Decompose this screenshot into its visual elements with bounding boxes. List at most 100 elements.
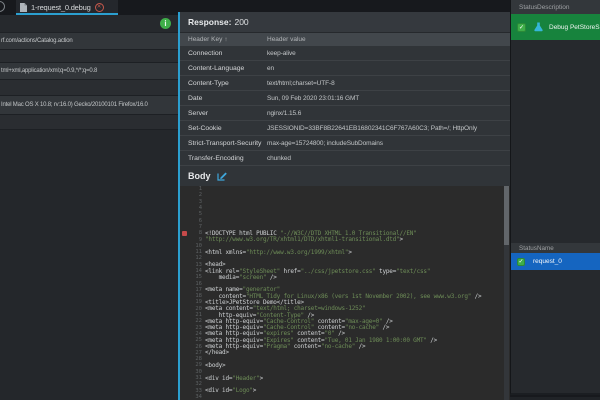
- header-key: Server: [180, 110, 264, 117]
- header-key-column[interactable]: Header Key↑: [180, 36, 264, 43]
- response-title: Response:: [188, 17, 231, 27]
- line-number: 27: [188, 350, 205, 356]
- code-text: </head>: [205, 349, 229, 356]
- line-number: 17: [188, 287, 205, 293]
- header-key: Set-Cookie: [180, 125, 264, 132]
- line-number: 20: [188, 306, 205, 312]
- line-number: 22: [188, 318, 205, 324]
- request-detail-panel: 1-request_0.debug ✕ i rf.com/actions/Cat…: [0, 0, 178, 400]
- flask-icon: [534, 22, 543, 32]
- header-row[interactable]: Connectionkeep-alive: [180, 46, 510, 61]
- line-number: 7: [188, 224, 205, 230]
- line-number: 32: [188, 381, 205, 387]
- line-number: 21: [188, 312, 205, 318]
- line-number: 13: [188, 262, 205, 268]
- header-value-column[interactable]: Header value: [264, 36, 306, 43]
- line-number: 9: [188, 237, 205, 243]
- line-number: 14: [188, 268, 205, 274]
- request-detail-rows: rf.com/actions/Catalog.action tml+xml,app…: [0, 33, 178, 130]
- header-row[interactable]: Transfer-Encodingchunked: [180, 151, 510, 166]
- code-text: <div id="Header">: [205, 375, 263, 382]
- line-number: 29: [188, 362, 205, 368]
- line-number: 3: [188, 199, 205, 205]
- header-row[interactable]: Content-Languageen: [180, 61, 510, 76]
- editor-scrollbar: [504, 186, 509, 400]
- request-toolbar: i: [0, 15, 178, 33]
- line-number: 28: [188, 356, 205, 362]
- header-row[interactable]: Content-Typetext/html;charset=UTF-8: [180, 76, 510, 91]
- edit-icon[interactable]: [217, 171, 227, 181]
- app-window: 1-request_0.debug ✕ i rf.com/actions/Cat…: [0, 0, 600, 400]
- name-column[interactable]: Name: [537, 245, 554, 252]
- code-text: <meta http-equiv="Pragma" content="no-ca…: [205, 343, 365, 350]
- request-detail-row[interactable]: [0, 115, 178, 130]
- check-icon[interactable]: ✓: [517, 23, 526, 32]
- scrollbar-thumb[interactable]: [504, 186, 509, 245]
- tab-label: 1-request_0.debug: [31, 3, 91, 12]
- requests-panel-header: Status Name: [511, 243, 600, 253]
- description-column[interactable]: Description: [537, 4, 570, 11]
- request-detail-text: tml+xml,application/xml;q=0.9,*/*;q=0.8: [0, 68, 97, 74]
- line-number: 26: [188, 344, 205, 350]
- check-icon: ✓: [517, 258, 525, 266]
- body-section-header: Body: [180, 166, 510, 186]
- code-text: "http://www.w3.org/TR/xhtml1/DTD/xhtml1-…: [205, 236, 403, 243]
- line-number: 12: [188, 255, 205, 261]
- header-value: chunked: [264, 155, 291, 162]
- scenario-panel: Status Description ✓ Debug PetStoreSimu: [510, 0, 600, 243]
- header-key: Transfer-Encoding: [180, 155, 264, 162]
- response-body-editor[interactable]: 12345678<!DOCTYPE html PUBLIC "-//W3C//D…: [180, 186, 510, 400]
- header-value: nginx/1.15.6: [264, 110, 301, 117]
- line-number: 11: [188, 249, 205, 255]
- status-column[interactable]: Status: [511, 245, 537, 252]
- line-number: 31: [188, 375, 205, 381]
- line-number: 18: [188, 293, 205, 299]
- header-row[interactable]: Set-CookieJSESSIONID=33BF8B22641EB168023…: [180, 121, 510, 136]
- line-number: 2: [188, 192, 205, 198]
- body-label: Body: [188, 171, 211, 181]
- request-detail-text: rf.com/actions/Catalog.action: [0, 38, 73, 44]
- request-detail-row[interactable]: tml+xml,application/xml;q=0.9,*/*;q=0.8: [0, 63, 178, 80]
- line-number: 16: [188, 281, 205, 287]
- header-key: Content-Type: [180, 80, 264, 87]
- status-column[interactable]: Status: [511, 4, 537, 11]
- header-row[interactable]: Servernginx/1.15.6: [180, 106, 510, 121]
- scenario-row[interactable]: ✓ Debug PetStoreSimu: [511, 14, 600, 40]
- line-number: 25: [188, 337, 205, 343]
- line-number: 1: [188, 186, 205, 192]
- sort-asc-icon: ↑: [224, 36, 227, 43]
- request-detail-row[interactable]: rf.com/actions/Catalog.action: [0, 33, 178, 50]
- code-text: <div id="Logo">: [205, 387, 256, 394]
- line-number: 30: [188, 369, 205, 375]
- line-number: 33: [188, 388, 205, 394]
- header-row[interactable]: Strict-Transport-Securitymax-age=1572480…: [180, 136, 510, 151]
- line-number: 4: [188, 205, 205, 211]
- request-detail-row[interactable]: [0, 50, 178, 63]
- code-text: <body>: [205, 362, 225, 369]
- code-text: media="screen" />: [205, 274, 277, 281]
- headers-table-header: Header Key↑ Header value: [180, 33, 510, 46]
- code-text: <html xmlns="http://www.w3.org/1999/xhtm…: [205, 249, 352, 256]
- header-row[interactable]: DateSun, 09 Feb 2020 23:01:16 GMT: [180, 91, 510, 106]
- header-value: Sun, 09 Feb 2020 23:01:16 GMT: [264, 95, 359, 102]
- request-row-selected[interactable]: ✓ request_0: [511, 253, 600, 270]
- line-number: 34: [188, 394, 205, 400]
- headers-table: Connectionkeep-aliveContent-LanguageenCo…: [180, 46, 510, 166]
- info-icon[interactable]: i: [160, 18, 171, 29]
- close-icon[interactable]: ✕: [95, 3, 104, 12]
- response-status-code: 200: [234, 17, 248, 27]
- request-detail-row[interactable]: [0, 80, 178, 96]
- gutter-marker: [180, 394, 188, 400]
- header-value: text/html;charset=UTF-8: [264, 80, 335, 87]
- request-detail-row[interactable]: Intel Mac OS X 10.8; rv:16.0) Gecko/2010…: [0, 96, 178, 115]
- line-number: 5: [188, 211, 205, 217]
- header-value: JSESSIONID=33BF8B22641EB16802341C6F767A6…: [264, 125, 477, 132]
- file-icon: [20, 3, 27, 12]
- code-line: 34: [180, 394, 510, 400]
- line-number: 23: [188, 325, 205, 331]
- header-key: Strict-Transport-Security: [180, 140, 264, 147]
- line-number: 19: [188, 299, 205, 305]
- scenario-description: Debug PetStoreSimu: [549, 24, 600, 31]
- request-name: request_0: [533, 258, 562, 265]
- line-number: 8: [188, 230, 205, 236]
